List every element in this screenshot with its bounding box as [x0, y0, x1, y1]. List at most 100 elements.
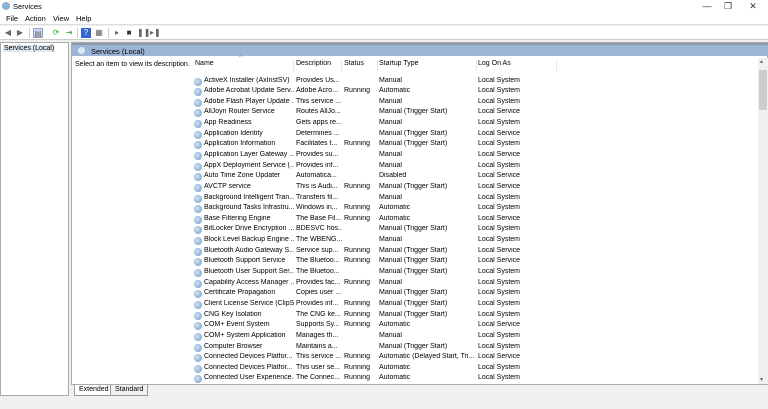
service-row[interactable]: AVCTP service This is Audi... Running Manua…	[72, 182, 520, 194]
service-row[interactable]: AllJoyn Router Service Routes AllJo... Man…	[72, 108, 520, 119]
service-row[interactable]: BitLocker Drive Encryption ... BDESVC hos…	[72, 225, 520, 236]
service-row[interactable]: Certificate Propagation Copies user ... Ma…	[72, 289, 520, 300]
cell-log-on-as: Local Service	[478, 257, 521, 265]
cell-status: Running	[344, 140, 371, 148]
service-gear-icon	[194, 77, 202, 86]
cell-log-on-as: Local System	[478, 140, 521, 148]
service-row[interactable]: Adobe Flash Player Update ... This servic…	[72, 98, 520, 109]
menu-file[interactable]: File	[6, 14, 18, 23]
panel-header: Services (Local)	[72, 43, 768, 56]
service-gear-icon	[194, 194, 202, 203]
maximize-button[interactable]: ❐	[718, 1, 738, 12]
service-row[interactable]: ActiveX Installer (AxInstSV) Provides Us.…	[72, 77, 520, 88]
service-row[interactable]: COM+ Event System Supports Sy... Running Au…	[72, 321, 520, 332]
restart-service-icon[interactable]: ▸❚	[150, 28, 161, 38]
cell-status: Running	[344, 257, 371, 265]
cell-startup-type: Automatic	[379, 374, 411, 382]
console-tree: Services (Local)	[0, 42, 69, 396]
stop-service-icon[interactable]: ■	[124, 28, 134, 38]
service-row[interactable]: Application Identity Determines ... Manual…	[72, 130, 520, 141]
tab-standard[interactable]: Standard	[110, 385, 149, 396]
cell-name: Application Information	[204, 140, 276, 148]
cell-log-on-as: Local System	[478, 374, 521, 382]
cell-description: This is Audi...	[296, 182, 338, 190]
cell-name: Certificate Propagation	[204, 289, 276, 297]
cell-description: Gets apps re...	[296, 119, 342, 127]
cell-startup-type: Manual	[379, 76, 402, 84]
service-gear-icon	[194, 290, 202, 299]
service-row[interactable]: Block Level Backup Engine ... The WBENG..…	[72, 236, 520, 247]
menu-action[interactable]: Action	[25, 14, 46, 23]
cell-log-on-as: Local Service	[478, 150, 521, 158]
forward-icon[interactable]: ▶	[15, 28, 25, 38]
service-gear-icon	[194, 375, 202, 384]
cell-startup-type: Manual (Trigger Start)	[379, 129, 448, 137]
service-gear-icon	[194, 109, 202, 118]
service-row[interactable]: Capability Access Manager ... Provides fa…	[72, 279, 520, 290]
service-row[interactable]: Base Filtering Engine The Base Fil... Runn…	[72, 214, 520, 226]
service-row[interactable]: Adobe Acrobat Update Serv... Adobe Acro..…	[72, 87, 520, 98]
cell-name: Connected User Experience...	[204, 374, 294, 382]
close-button[interactable]: ✕	[743, 1, 763, 12]
service-row[interactable]: Bluetooth Support Service The Bluetoo... R…	[72, 257, 520, 268]
cell-startup-type: Automatic	[379, 321, 411, 329]
cell-log-on-as: Local Service	[478, 108, 521, 116]
view-tabs: Extended Standard	[71, 385, 768, 397]
service-row[interactable]: Connected Devices Platfor... This service…	[72, 353, 520, 364]
service-gear-icon	[194, 237, 202, 246]
scroll-down-icon[interactable]: ▾	[760, 376, 763, 383]
cell-log-on-as: Local System	[478, 278, 521, 286]
pause-service-icon[interactable]: ❚❚	[137, 28, 150, 38]
back-icon[interactable]: ◀	[3, 28, 13, 38]
show-hide-console-tree-icon[interactable]: ▤	[33, 28, 43, 38]
cell-startup-type: Automatic (Delayed Start, Tri...	[379, 353, 475, 361]
column-header-status[interactable]: Status	[343, 60, 378, 71]
cell-status: Running	[344, 182, 371, 190]
service-row[interactable]: Background Intelligent Tran... Transfers …	[72, 194, 520, 205]
cell-name: COM+ Event System	[204, 321, 270, 329]
menu-view[interactable]: View	[53, 14, 69, 23]
tab-extended[interactable]: Extended	[74, 385, 114, 396]
service-row[interactable]: Client License Service (ClipS... Provides…	[72, 300, 520, 311]
service-row[interactable]: CNG Key Isolation The CNG ke... Running Man…	[72, 311, 520, 322]
column-header-name[interactable]: Name	[194, 60, 294, 71]
service-row[interactable]: Connected Devices Platfor... This user se…	[72, 364, 520, 375]
cell-description: The Bluetoo...	[296, 268, 340, 276]
cell-startup-type: Manual (Trigger Start)	[379, 182, 448, 190]
service-row[interactable]: Application Layer Gateway ... Provides su…	[72, 150, 520, 162]
start-service-icon[interactable]: ▸	[112, 28, 122, 38]
vertical-scrollbar[interactable]: ▴ ▾	[758, 58, 768, 384]
tree-item-services-local[interactable]: Services (Local)	[3, 45, 56, 52]
service-row[interactable]: App Readiness Gets apps re... Manual Local …	[72, 119, 520, 130]
service-row[interactable]: Connected User Experience... The Connec..…	[72, 374, 520, 385]
column-header-startup-type[interactable]: Startup Type	[378, 60, 477, 71]
menu-help[interactable]: Help	[76, 14, 91, 23]
scroll-up-icon[interactable]: ▴	[760, 58, 763, 65]
export-list-icon[interactable]: ⇥	[64, 28, 74, 38]
service-row[interactable]: Background Tasks Infrastru... Windows in.…	[72, 204, 520, 215]
cell-startup-type: Manual	[379, 97, 402, 105]
cell-log-on-as: Local System	[478, 289, 521, 297]
service-row[interactable]: Computer Browser Maintains a... Manual (Tr…	[72, 343, 520, 354]
help-icon[interactable]: ?	[81, 28, 91, 38]
cell-status: Running	[344, 214, 371, 222]
properties-icon[interactable]: ▦	[94, 28, 104, 38]
column-header-description[interactable]: Description	[295, 60, 342, 71]
minimize-button[interactable]: —	[697, 1, 717, 11]
cell-startup-type: Automatic	[379, 363, 411, 371]
service-row[interactable]: Auto Time Zone Updater Automatica... Disab…	[72, 172, 520, 183]
scrollbar-thumb[interactable]	[759, 70, 767, 110]
cell-description: Provides su...	[296, 150, 339, 158]
service-row[interactable]: Bluetooth Audio Gateway S... Service sup.…	[72, 246, 520, 258]
column-header-log-on-as[interactable]: Log On As	[477, 60, 557, 71]
panel-title: Services (Local)	[91, 47, 145, 56]
service-row[interactable]: COM+ System Application Manages th... Manu…	[72, 332, 520, 343]
refresh-icon[interactable]: ⟳	[51, 28, 61, 38]
service-row[interactable]: Bluetooth User Support Ser... The Bluetoo…	[72, 268, 520, 279]
service-gear-icon	[194, 343, 202, 352]
cell-startup-type: Automatic	[379, 214, 411, 222]
cell-description: Routes AllJo...	[296, 108, 341, 116]
service-row[interactable]: Application Information Facilitates t... R…	[72, 140, 520, 151]
cell-status: Running	[344, 246, 371, 254]
service-row[interactable]: AppX Deployment Service (... Provides inf…	[72, 162, 520, 173]
